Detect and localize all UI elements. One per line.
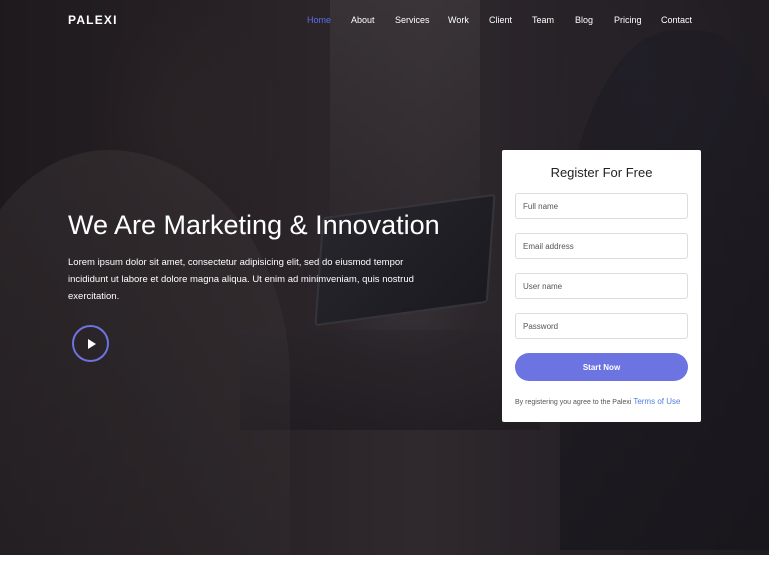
main-nav: Home About Services Work Client Team Blo… <box>0 15 769 29</box>
terms-of-use-link[interactable]: Terms of Use <box>633 397 680 406</box>
nav-item-contact[interactable]: Contact <box>661 15 692 25</box>
nav-item-team[interactable]: Team <box>532 15 554 25</box>
start-now-button[interactable]: Start Now <box>515 353 688 381</box>
nav-item-about[interactable]: About <box>351 15 375 25</box>
register-form-card: Register For Free Start Now By registeri… <box>502 150 701 422</box>
nav-item-home[interactable]: Home <box>307 15 331 25</box>
hero-description: Lorem ipsum dolor sit amet, consectetur … <box>68 257 414 302</box>
password-field[interactable] <box>515 313 688 339</box>
terms-notice: By registering you agree to the Palexi T… <box>515 397 695 406</box>
username-field[interactable] <box>515 273 688 299</box>
play-video-button[interactable] <box>72 325 109 362</box>
nav-item-client[interactable]: Client <box>489 15 512 25</box>
terms-text: By registering you agree to the Palexi <box>515 399 632 406</box>
email-field[interactable] <box>515 233 688 259</box>
nav-item-work[interactable]: Work <box>448 15 469 25</box>
nav-item-blog[interactable]: Blog <box>575 15 593 25</box>
nav-item-services[interactable]: Services <box>395 15 430 25</box>
nav-item-pricing[interactable]: Pricing <box>614 15 642 25</box>
play-icon <box>88 338 96 349</box>
hero-title: We Are Marketing & Innovation <box>68 210 440 240</box>
full-name-field[interactable] <box>515 193 688 219</box>
register-title: Register For Free <box>550 165 653 180</box>
